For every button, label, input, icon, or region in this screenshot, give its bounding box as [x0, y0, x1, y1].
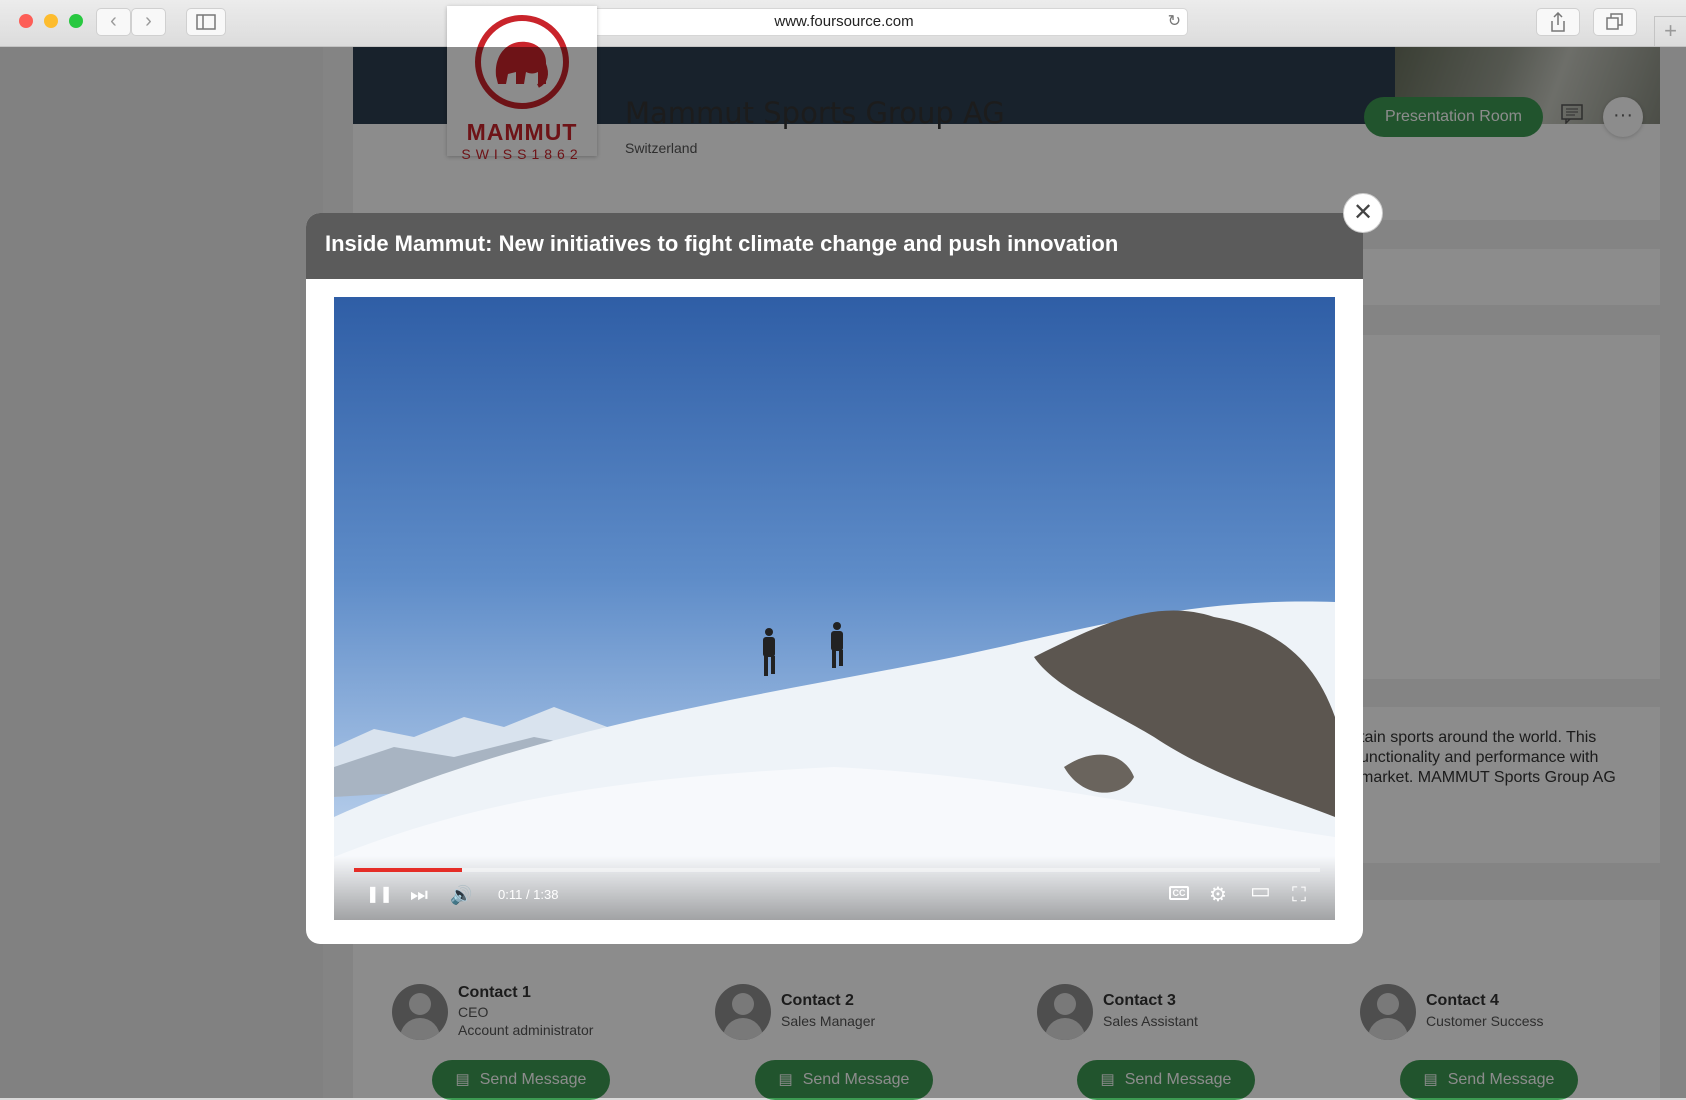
pause-icon[interactable]: ❚❚	[366, 882, 393, 908]
share-icon	[1551, 11, 1565, 32]
share-button[interactable]	[1536, 8, 1580, 36]
video-player[interactable]: ❚❚ ⏭ 🔊 0:11 / 1:38 CC ⚙ ▭ ⛶	[334, 297, 1335, 920]
forward-button[interactable]: ›	[131, 8, 166, 36]
video-time: 0:11 / 1:38	[498, 887, 559, 902]
volume-icon[interactable]: 🔊	[450, 882, 472, 908]
tabs-overview-button[interactable]	[1593, 8, 1637, 36]
address-bar[interactable]: www.foursource.com ↻	[500, 8, 1188, 36]
new-tab-button[interactable]: +	[1654, 16, 1686, 47]
zoom-window-button[interactable]	[69, 14, 83, 28]
snow-slope	[334, 601, 1335, 920]
plus-icon: +	[1664, 18, 1677, 43]
chevron-right-icon: ›	[145, 10, 152, 32]
minimize-window-button[interactable]	[44, 14, 58, 28]
captions-button[interactable]: CC	[1169, 886, 1189, 900]
next-icon[interactable]: ⏭	[410, 882, 428, 908]
fullscreen-icon[interactable]: ⛶	[1292, 882, 1306, 908]
chevron-left-icon: ‹	[110, 10, 117, 32]
sidebar-toggle-button[interactable]	[186, 8, 226, 36]
settings-icon[interactable]: ⚙	[1209, 882, 1227, 908]
theater-mode-icon[interactable]: ▭	[1250, 878, 1271, 904]
skiers	[763, 622, 843, 676]
close-icon: ✕	[1352, 199, 1374, 226]
reload-icon[interactable]: ↻	[1168, 9, 1181, 35]
sidebar-icon	[196, 14, 216, 30]
video-modal: Inside Mammut: New initiatives to fight …	[306, 213, 1363, 944]
modal-title: Inside Mammut: New initiatives to fight …	[306, 213, 1363, 279]
close-modal-button[interactable]: ✕	[1343, 193, 1383, 233]
back-button[interactable]: ‹	[96, 8, 131, 36]
close-window-button[interactable]	[19, 14, 33, 28]
progress-fill	[354, 868, 463, 872]
tabs-icon	[1606, 13, 1623, 30]
video-controls: ❚❚ ⏭ 🔊 0:11 / 1:38 CC ⚙ ▭ ⛶	[334, 856, 1335, 920]
progress-bar[interactable]	[354, 868, 1320, 872]
browser-toolbar: ‹ › www.foursource.com ↻ +	[0, 0, 1686, 47]
url-text: www.foursource.com	[774, 13, 914, 30]
